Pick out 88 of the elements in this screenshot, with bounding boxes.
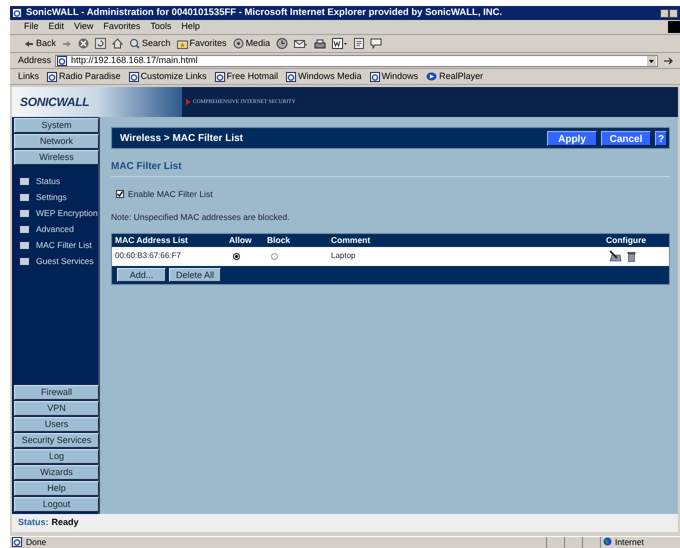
word-icon[interactable] (332, 38, 348, 49)
toolbar-button[interactable]: Back (24, 36, 56, 50)
table-cell-text: 00:60:B3:67:66:F7 (115, 250, 182, 262)
speech-bubble-icon[interactable] (370, 38, 382, 49)
search-icon[interactable] (129, 38, 140, 49)
check-icon (117, 191, 123, 198)
page-icon (12, 8, 22, 18)
trash-icon[interactable] (627, 250, 636, 262)
link-button[interactable]: Windows (370, 70, 418, 84)
sidebar-link[interactable]: MAC Filter List (20, 240, 98, 251)
status-label: Status: (18, 516, 49, 530)
status-value: Ready (52, 516, 79, 530)
mail-icon[interactable] (294, 38, 308, 48)
nav-button[interactable]: VPN (14, 401, 99, 416)
nav-button[interactable]: Users (14, 417, 99, 432)
table-button[interactable]: Add... (117, 268, 166, 282)
links-label: Links (18, 70, 40, 83)
link-button[interactable]: Radio Paradise (47, 70, 121, 84)
nav-button[interactable]: Wireless (14, 150, 99, 165)
page-icon (214, 72, 225, 82)
sidebar-link[interactable]: Status (20, 176, 98, 187)
sidebar-link[interactable]: Guest Services (20, 256, 98, 267)
sidebar-link[interactable]: WEP Encryption (20, 208, 98, 219)
home-icon[interactable] (112, 38, 124, 49)
edit-icon[interactable] (609, 250, 622, 262)
table-button[interactable]: Delete All (169, 268, 221, 282)
radio-button[interactable] (233, 252, 240, 260)
toolbar-button[interactable]: Favorites (176, 36, 227, 50)
window-title: SonicWALL - Administration for 0040101535FF - Microsoft Internet Explorer provided by SonicWALL, INC. (26, 6, 502, 20)
header-button[interactable]: Cancel (601, 130, 651, 146)
toolbar-button[interactable]: Search (129, 36, 171, 50)
nav-button[interactable]: Log (14, 449, 99, 464)
menu-item[interactable]: View (74, 20, 94, 34)
menu-item[interactable]: File (24, 20, 39, 34)
column-header: Block (267, 234, 292, 246)
nav-button[interactable]: Network (14, 134, 99, 149)
column-header: Comment (331, 234, 372, 246)
page-icon (57, 56, 68, 66)
zone-label: Internet (615, 537, 644, 548)
document-icon[interactable] (354, 38, 364, 49)
page-title: Wireless > MAC Filter List (120, 132, 243, 146)
player-logo-icon (426, 72, 438, 81)
browser-status: Done (26, 537, 46, 548)
header-button[interactable]: Apply (547, 130, 597, 146)
sidebar-link[interactable]: Settings (20, 192, 98, 203)
column-header: Allow (229, 234, 253, 246)
maximize-button[interactable] (669, 8, 678, 18)
page-icon (47, 72, 58, 82)
nav-button[interactable]: Wizards (14, 465, 99, 480)
link-button[interactable]: RealPlayer (426, 70, 484, 84)
link-button[interactable]: Windows Media (286, 70, 362, 84)
page-icon (286, 72, 296, 82)
menu-item[interactable]: Tools (150, 20, 172, 34)
table-cell-text: Laptop (331, 250, 356, 262)
nav-button[interactable]: Firewall (14, 385, 99, 400)
sidebar-link[interactable]: Advanced (20, 224, 98, 235)
toolbar-button[interactable]: Media (232, 36, 270, 50)
nav-button[interactable]: Help (14, 481, 99, 496)
globe-icon (603, 537, 612, 546)
address-field[interactable]: http://192.168.168.17/main.html (55, 54, 658, 66)
page-icon (370, 72, 380, 82)
logo: SONICWALL (20, 94, 90, 111)
refresh-icon[interactable] (95, 38, 106, 49)
link-button[interactable]: Free Hotmail (214, 70, 278, 84)
minimize-button[interactable] (660, 8, 669, 18)
printer-icon[interactable] (314, 38, 326, 48)
nav-button[interactable]: System (14, 118, 99, 133)
header-button[interactable]: ? (655, 130, 667, 146)
menu-item[interactable]: Edit (48, 20, 64, 34)
checkbox-label: Enable MAC Filter List (128, 188, 213, 201)
history-icon[interactable] (276, 38, 288, 49)
back-arrow-icon[interactable] (24, 40, 34, 48)
stop-icon[interactable] (78, 38, 90, 49)
arrow-icon (186, 99, 191, 105)
address-label: Address (18, 54, 52, 67)
radio-button[interactable] (271, 252, 278, 260)
link-button[interactable]: Customize Links (128, 70, 207, 84)
column-header: Configure (606, 234, 648, 246)
nav-button[interactable]: Security Services (14, 433, 99, 448)
section-title: MAC Filter List (111, 159, 670, 177)
media-icon[interactable] (232, 38, 244, 49)
note-text: Note: Unspecified MAC addresses are blocked. (111, 210, 291, 224)
page-icon (128, 72, 139, 82)
menu-item[interactable]: Favorites (103, 20, 140, 34)
menu-item[interactable]: Help (181, 20, 200, 34)
column-header: MAC Address List (115, 234, 189, 246)
checkbox[interactable] (116, 190, 124, 198)
nav-button[interactable]: Logout (14, 497, 99, 512)
